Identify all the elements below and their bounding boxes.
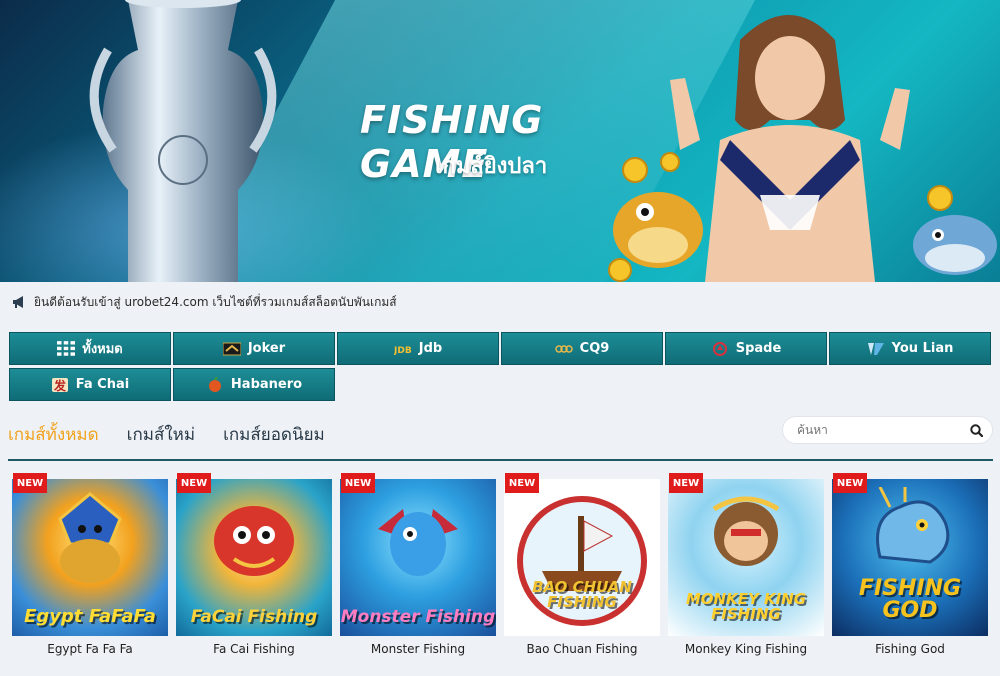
provider-label: CQ9 bbox=[579, 341, 610, 356]
game-name: Fa Cai Fishing bbox=[213, 642, 295, 656]
provider-label: You Lian bbox=[891, 341, 954, 356]
joker-logo-icon bbox=[222, 342, 241, 355]
svg-text:发: 发 bbox=[53, 378, 67, 393]
game-name: Fishing God bbox=[875, 642, 945, 656]
tab-all-games[interactable]: เกมส์ทั้งหมด bbox=[8, 421, 99, 448]
provider-joker-button[interactable]: Joker bbox=[173, 332, 335, 365]
new-badge: NEW bbox=[341, 473, 375, 493]
tab-popular-games[interactable]: เกมส์ยอดนิยม bbox=[223, 421, 325, 448]
new-badge: NEW bbox=[13, 473, 47, 493]
game-thumbnail[interactable]: MONKEY KING FISHING bbox=[668, 479, 824, 636]
spade-logo-icon bbox=[712, 341, 727, 356]
model-image bbox=[670, 15, 910, 282]
search-box bbox=[782, 416, 993, 444]
provider-fachai-button[interactable]: 发 Fa Chai bbox=[9, 368, 171, 401]
game-thumbnail[interactable]: BAO CHUAN FISHING bbox=[504, 479, 660, 636]
fachai-logo-icon: 发 bbox=[51, 377, 68, 393]
game-thumbnail[interactable]: FISHING GOD bbox=[832, 479, 988, 636]
search-input[interactable] bbox=[795, 422, 969, 438]
provider-label: Spade bbox=[735, 341, 782, 356]
announcement-text: ยินดีต้อนรับเข้าสู่ urobet24.com เว็บไซต… bbox=[34, 294, 397, 309]
new-badge: NEW bbox=[669, 473, 703, 493]
provider-spade-button[interactable]: Spade bbox=[665, 332, 827, 365]
new-badge: NEW bbox=[177, 473, 211, 493]
monster-art-icon bbox=[378, 509, 458, 576]
megaphone-icon bbox=[13, 296, 23, 308]
provider-label: Fa Chai bbox=[75, 377, 130, 392]
trophy-image bbox=[89, 0, 277, 282]
announcement-bar: ยินดีต้อนรับเข้าสู่ urobet24.com เว็บไซต… bbox=[12, 293, 397, 311]
game-art-title: Monster Fishing bbox=[340, 607, 496, 627]
game-art-title: BAO CHUAN FISHING bbox=[532, 578, 632, 611]
jdb-logo-icon: JDB bbox=[394, 346, 412, 356]
game-art-title: FISHING GOD bbox=[858, 576, 962, 623]
section-divider bbox=[8, 459, 993, 461]
game-art-title: Egypt FaFaFa bbox=[24, 606, 156, 627]
game-thumbnail[interactable]: FaCai Fishing bbox=[176, 479, 332, 636]
provider-cq9-button[interactable]: CQ9 bbox=[501, 332, 663, 365]
grid-icon bbox=[57, 340, 76, 356]
dragon-art-icon bbox=[876, 487, 950, 564]
provider-jdb-button[interactable]: JDB Jdb bbox=[337, 332, 499, 365]
game-category-tabs: เกมส์ทั้งหมด เกมส์ใหม่ เกมส์ยอดนิยม bbox=[8, 421, 325, 448]
provider-label: ทั้งหมด bbox=[82, 342, 123, 357]
hero-banner: FISHING GAME เกมส์ยิงปลา bbox=[0, 0, 1000, 282]
game-name: Monkey King Fishing bbox=[684, 642, 808, 656]
game-art-title: MONKEY KING FISHING bbox=[685, 590, 807, 623]
new-badge: NEW bbox=[505, 473, 539, 493]
svg-text:JDB: JDB bbox=[394, 346, 412, 356]
monkey-king-art-icon bbox=[712, 496, 780, 566]
provider-all-button[interactable]: ทั้งหมด bbox=[9, 332, 171, 365]
provider-label: Jdb bbox=[418, 341, 443, 356]
pharaoh-art-icon bbox=[58, 492, 122, 583]
provider-label: Habanero bbox=[230, 377, 303, 392]
provider-label: Joker bbox=[247, 341, 286, 356]
provider-youlian-button[interactable]: You Lian bbox=[829, 332, 991, 365]
provider-habanero-button[interactable]: Habanero bbox=[173, 368, 335, 401]
shark-image bbox=[913, 185, 997, 275]
game-art-title: FaCai Fishing bbox=[190, 607, 318, 627]
game-thumbnail[interactable]: Egypt FaFaFa bbox=[12, 479, 168, 636]
game-thumbnail[interactable]: Monster Fishing bbox=[340, 479, 496, 636]
new-badge: NEW bbox=[833, 473, 867, 493]
habanero-logo-icon bbox=[208, 376, 221, 392]
cq9-logo-icon bbox=[554, 344, 573, 353]
search-icon[interactable] bbox=[970, 424, 983, 437]
youlian-logo-icon bbox=[867, 342, 884, 355]
game-name: Bao Chuan Fishing bbox=[526, 642, 638, 656]
game-name: Egypt Fa Fa Fa bbox=[47, 642, 133, 656]
tab-new-games[interactable]: เกมส์ใหม่ bbox=[127, 421, 195, 448]
banner-subtitle: เกมส์ยิงปลา bbox=[435, 154, 548, 179]
lion-dance-art-icon bbox=[214, 506, 294, 576]
game-name: Monster Fishing bbox=[370, 642, 466, 656]
